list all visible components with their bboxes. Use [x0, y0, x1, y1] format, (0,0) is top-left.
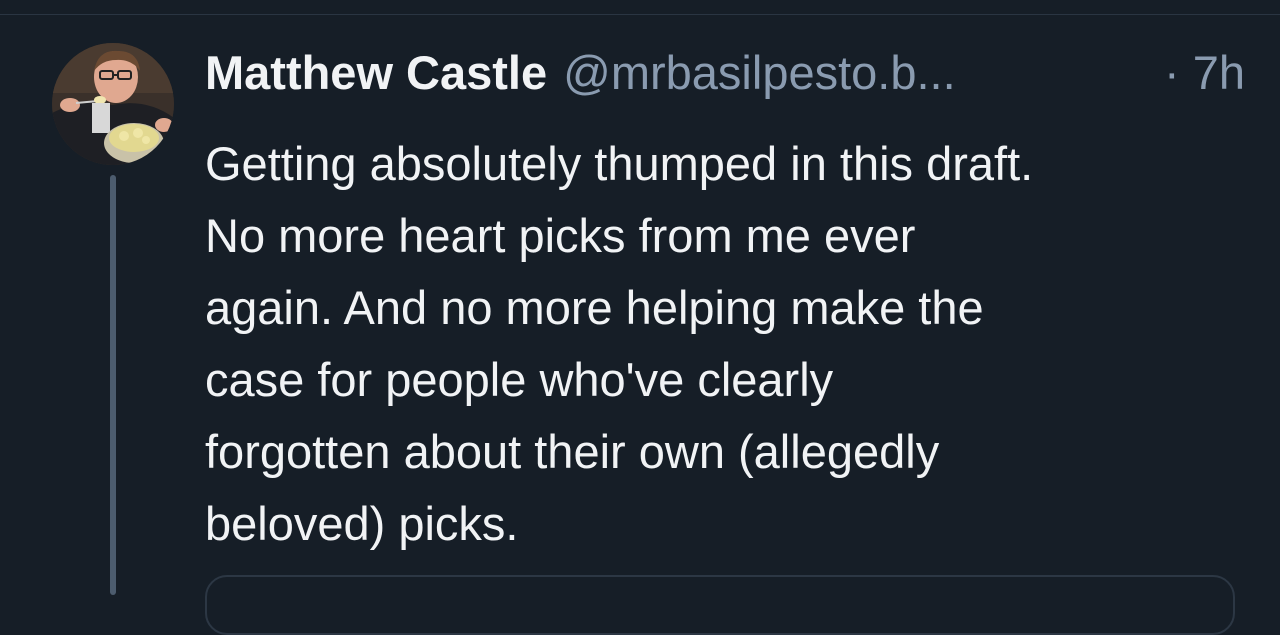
post-text-line: again. And no more helping make the [205, 281, 984, 334]
post-text-line: Getting absolutely thumped in this draft… [205, 137, 1034, 190]
author-handle[interactable]: @mrbasilpesto.b... [563, 46, 956, 99]
post-item[interactable]: Matthew Castle @mrbasilpesto.b... · 7h Ge… [0, 15, 1280, 635]
author-name[interactable]: Matthew Castle [205, 46, 547, 99]
post-text-line: case for people who've clearly [205, 353, 834, 406]
post-text-line: No more heart picks from me ever [205, 209, 916, 262]
post-text-line: forgotten about their own (allegedly [205, 425, 940, 478]
avatar[interactable] [52, 43, 174, 165]
thread-line [110, 175, 116, 595]
post-text: Getting absolutely thumped in this draft… [205, 128, 1255, 560]
post-header: Matthew Castle @mrbasilpesto.b... · 7h [205, 43, 1245, 103]
avatar-photo [52, 43, 174, 165]
embed-card[interactable] [205, 575, 1235, 635]
post-text-line: beloved) picks. [205, 497, 519, 550]
post-timestamp[interactable]: · 7h [1164, 43, 1245, 103]
